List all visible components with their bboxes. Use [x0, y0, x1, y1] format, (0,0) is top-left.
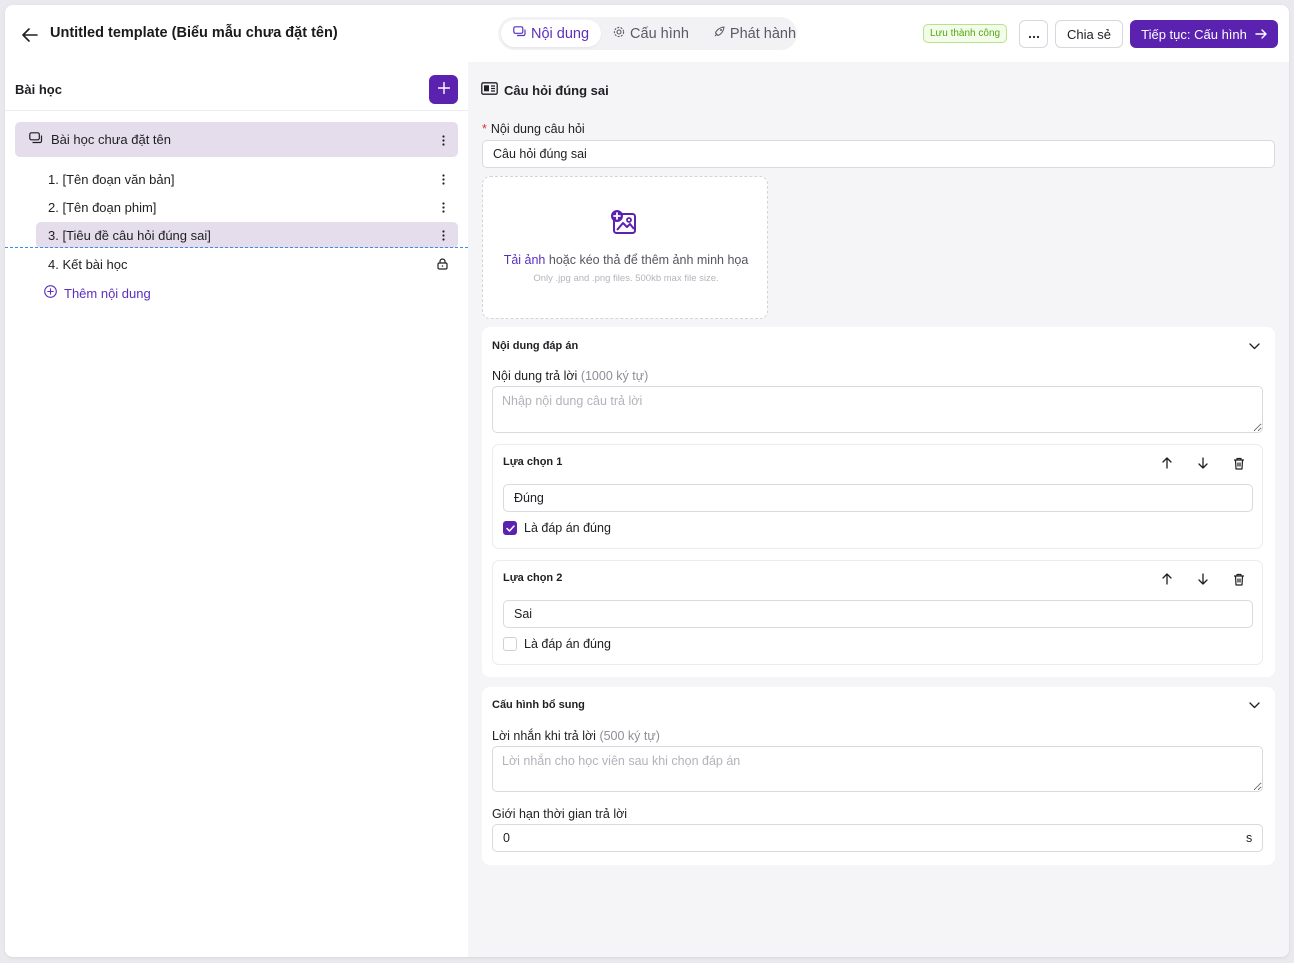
arrow-up-icon[interactable] [1158, 454, 1176, 472]
message-label-main: Lời nhắn khi trả lời [492, 729, 596, 743]
answer-content-panel: Nội dung đáp án Nội dung trả lời (1000 k… [482, 327, 1275, 677]
choice-card-1: Lựa chọn 1 Là đáp án đúng [492, 444, 1263, 549]
content-item-label: 1. [Tên đoạn văn bản] [48, 172, 175, 187]
sidebar-content-item[interactable]: 1. [Tên đoạn văn bản] [36, 166, 458, 192]
plus-circle-icon [44, 285, 57, 301]
drop-indicator-line [5, 247, 483, 248]
chevron-down-icon[interactable] [1247, 698, 1261, 712]
time-limit-label: Giới hạn thời gian trả lời [492, 807, 628, 821]
add-content-label: Thêm nội dung [64, 285, 151, 301]
answer-message-input[interactable] [492, 746, 1263, 792]
arrow-up-icon[interactable] [1158, 570, 1176, 588]
kebab-icon[interactable] [437, 227, 449, 243]
tab-content-label: Nội dung [531, 25, 590, 42]
time-unit-suffix: s [1246, 831, 1253, 845]
rocket-icon [713, 25, 725, 42]
trash-icon[interactable] [1230, 570, 1248, 588]
tab-publish-label: Phát hành [729, 25, 797, 42]
question-content-label-text: Nội dung câu hỏi [490, 122, 585, 136]
answer-text-label-main: Nội dung trả lời [492, 369, 578, 383]
answer-panel-title: Nội dung đáp án [492, 340, 579, 352]
question-type-heading: Câu hỏi đúng sai [481, 82, 609, 98]
choice-actions [1158, 454, 1248, 472]
choice-input[interactable] [503, 484, 1253, 512]
extra-panel-title: Cấu hình bổ sung [492, 699, 585, 711]
lesson-item[interactable]: Bài học chưa đặt tên [15, 122, 458, 157]
continue-button-label: Tiếp tục: Cấu hình [1141, 26, 1247, 42]
arrow-right-icon [1255, 27, 1267, 42]
chevron-down-icon[interactable] [1247, 339, 1261, 353]
lesson-book-icon [29, 132, 43, 147]
sidebar-content-item[interactable]: 2. [Tên đoạn phim] [36, 194, 458, 220]
choice-actions [1158, 570, 1248, 588]
add-content-link[interactable]: Thêm nội dung [44, 285, 151, 301]
tab-publish[interactable]: Phát hành [701, 20, 808, 47]
message-icon [513, 25, 526, 42]
saved-status-badge: Lưu thành công [923, 24, 1008, 43]
app-window: Untitled template (Biểu mẫu chưa đặt tên… [5, 5, 1289, 957]
tab-content[interactable]: Nội dung [501, 20, 602, 47]
back-arrow-icon[interactable] [19, 24, 41, 46]
add-lesson-button[interactable] [429, 75, 458, 104]
more-dots-icon [1028, 27, 1040, 42]
choice-card-2: Lựa chọn 2 Là đáp án đúng [492, 560, 1263, 665]
editor-panel: Câu hỏi đúng sai *Nội dung câu hỏi Tải ả… [468, 62, 1289, 957]
message-label: Lời nhắn khi trả lời (500 ký tự) [492, 729, 660, 743]
arrow-down-icon[interactable] [1194, 454, 1212, 472]
question-type-label: Câu hỏi đúng sai [504, 82, 609, 98]
tab-settings-label: Cấu hình [630, 25, 689, 42]
upload-hint: Only .jpg and .png files. 500kb max file… [533, 273, 719, 284]
answer-text-label: Nội dung trả lời (1000 ký tự) [492, 369, 648, 383]
tab-settings[interactable]: Cấu hình [601, 20, 701, 47]
question-content-input[interactable] [482, 140, 1275, 168]
answer-text-input[interactable] [492, 386, 1263, 433]
answer-text-limit: (1000 ký tự) [580, 369, 649, 383]
more-options-button[interactable] [1019, 20, 1048, 48]
choice-title: Lựa chọn 1 [503, 456, 563, 468]
sidebar-divider [5, 110, 468, 111]
arrow-down-icon[interactable] [1194, 570, 1212, 588]
sidebar-content-item[interactable]: 4. Kết bài học [36, 251, 458, 277]
correct-answer-checkbox-row[interactable]: Là đáp án đúng [503, 521, 611, 535]
kebab-icon[interactable] [437, 199, 449, 215]
continue-button[interactable]: Tiếp tục: Cấu hình [1130, 20, 1278, 48]
plus-icon [437, 81, 450, 97]
image-upload-dropzone[interactable]: Tải ảnh hoặc kéo thả để thêm ảnh minh họ… [482, 176, 768, 319]
correct-answer-label: Là đáp án đúng [524, 637, 611, 651]
correct-answer-checkbox[interactable] [503, 521, 517, 535]
content-item-label: 4. Kết bài học [48, 257, 128, 272]
sidebar-content-item-selected[interactable]: 3. [Tiêu đề câu hỏi đúng sai] [36, 222, 458, 248]
page-title: Untitled template (Biểu mẫu chưa đặt tên… [50, 25, 338, 41]
share-button[interactable]: Chia sẻ [1055, 20, 1123, 48]
question-content-label: * Nội dung câu hỏi [482, 122, 585, 136]
gear-icon [613, 26, 625, 42]
sidebar-title: Bài học [15, 82, 62, 97]
upload-link[interactable]: Tải ảnh [504, 253, 546, 267]
lesson-label: Bài học chưa đặt tên [51, 132, 172, 147]
message-limit: (500 ký tự) [599, 729, 660, 743]
kebab-icon[interactable] [437, 132, 449, 148]
upload-instruction-text: hoặc kéo thả để thêm ảnh minh họa [545, 253, 749, 267]
kebab-icon[interactable] [437, 171, 449, 187]
time-limit-input[interactable] [492, 824, 1263, 852]
content-item-label: 2. [Tên đoạn phim] [48, 200, 157, 215]
lesson-sidebar: Bài học Bài học chưa đặt tên 1. [Tên đoạ… [5, 62, 486, 957]
question-card-icon [481, 82, 498, 98]
correct-answer-checkbox[interactable] [503, 637, 517, 651]
correct-answer-checkbox-row[interactable]: Là đáp án đúng [503, 637, 611, 651]
choice-title: Lựa chọn 2 [503, 572, 563, 584]
tab-bar: Nội dung Cấu hình Phát hành [498, 17, 797, 50]
image-add-icon [610, 209, 638, 240]
extra-settings-panel: Cấu hình bổ sung Lời nhắn khi trả lời (5… [482, 687, 1275, 865]
upload-instructions: Tải ảnh hoặc kéo thả để thêm ảnh minh họ… [483, 253, 769, 267]
top-header: Untitled template (Biểu mẫu chưa đặt tên… [5, 5, 1289, 62]
correct-answer-label: Là đáp án đúng [524, 521, 611, 535]
lock-icon [435, 256, 449, 272]
content-item-label: 3. [Tiêu đề câu hỏi đúng sai] [48, 228, 211, 243]
trash-icon[interactable] [1230, 454, 1248, 472]
choice-input[interactable] [503, 600, 1253, 628]
